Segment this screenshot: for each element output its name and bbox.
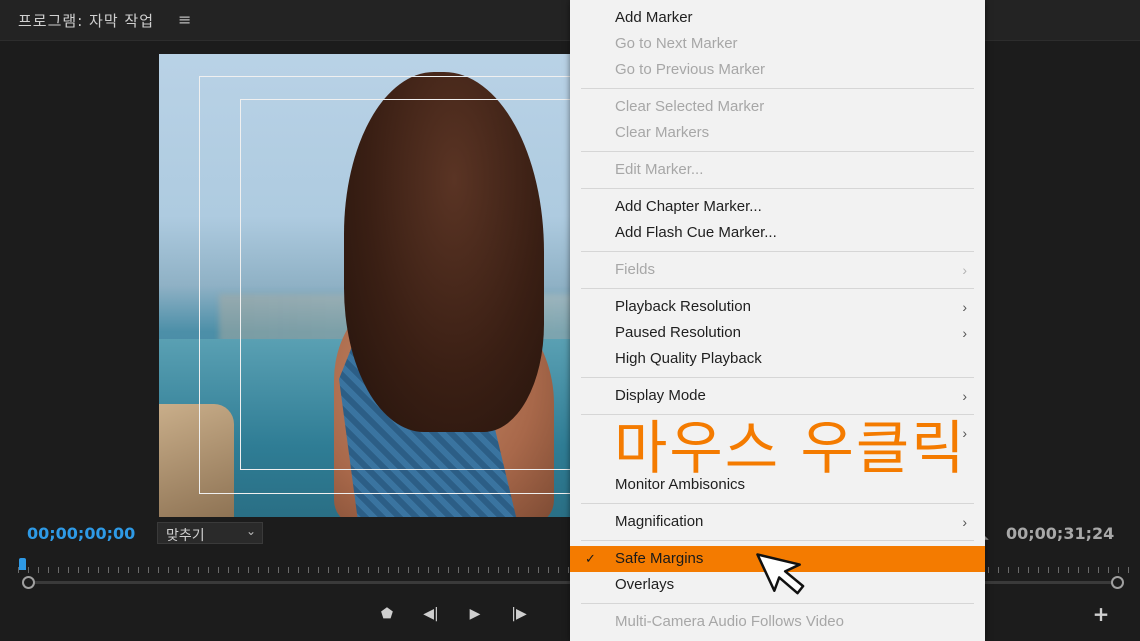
chevron-right-icon: ›	[962, 299, 967, 315]
context-menu: Add Marker Go to Next Marker Go to Previ…	[570, 0, 985, 641]
menu-item-go-to-next-marker[interactable]: Go to Next Marker	[570, 31, 985, 57]
menu-separator	[581, 151, 974, 152]
menu-item-label: Edit Marker...	[615, 161, 704, 178]
menu-item-edit-marker[interactable]: Edit Marker...	[570, 157, 985, 183]
menu-item-label: Add Flash Cue Marker...	[615, 224, 777, 241]
step-forward-icon[interactable]: |▶	[508, 603, 530, 625]
mouse-pointer-icon	[756, 553, 805, 595]
fit-dropdown[interactable]: 맞추기 ⌄	[157, 522, 263, 544]
chevron-right-icon: ›	[962, 325, 967, 341]
menu-separator	[581, 503, 974, 504]
menu-separator	[581, 188, 974, 189]
menu-item-label: Go to Next Marker	[615, 35, 738, 52]
menu-item-high-quality-playback[interactable]: High Quality Playback	[570, 346, 985, 372]
current-timecode[interactable]: 00;00;00;00	[27, 524, 135, 543]
step-back-icon[interactable]: ◀|	[420, 603, 442, 625]
menu-item-label: Clear Markers	[615, 124, 710, 141]
menu-item-label: Playback Resolution	[615, 298, 751, 315]
menu-item-label: Clear Selected Marker	[615, 98, 765, 115]
play-icon[interactable]: ▶	[464, 603, 486, 625]
add-marker-icon[interactable]: ⬟	[376, 603, 398, 625]
menu-item-label: Safe Margins	[615, 550, 704, 567]
menu-item-label: High Quality Playback	[615, 350, 762, 367]
menu-separator	[581, 377, 974, 378]
menu-item-add-flash-cue-marker[interactable]: Add Flash Cue Marker...	[570, 220, 985, 246]
menu-item-label: Magnification	[615, 513, 704, 530]
panel-title[interactable]: 프로그램: 자막 작업	[18, 10, 154, 31]
menu-item-add-chapter-marker[interactable]: Add Chapter Marker...	[570, 194, 985, 220]
chevron-right-icon: ›	[962, 388, 967, 404]
menu-item-label: Multi-Camera Audio Follows Video	[615, 613, 844, 630]
menu-item-magnification[interactable]: Magnification ›	[570, 509, 985, 535]
menu-item-paused-resolution[interactable]: Paused Resolution ›	[570, 320, 985, 346]
menu-item-label: Display Mode	[615, 387, 706, 404]
hamburger-icon[interactable]: ≡	[178, 10, 191, 29]
menu-item-add-marker[interactable]: Add Marker	[570, 5, 985, 31]
menu-item-label: Add Chapter Marker...	[615, 198, 762, 215]
playhead[interactable]	[19, 558, 26, 570]
menu-separator	[581, 288, 974, 289]
menu-item-clear-selected-marker[interactable]: Clear Selected Marker	[570, 94, 985, 120]
menu-item-clear-markers[interactable]: Clear Markers	[570, 120, 985, 146]
menu-item-display-mode[interactable]: Display Mode ›	[570, 383, 985, 409]
zoom-handle-left[interactable]	[22, 576, 35, 589]
check-icon: ✓	[585, 551, 596, 566]
chevron-right-icon: ›	[962, 262, 967, 278]
title-safe-margin	[240, 99, 572, 470]
plus-icon[interactable]: +	[1090, 603, 1112, 625]
menu-separator	[581, 540, 974, 541]
menu-item-label: Overlays	[615, 576, 675, 593]
menu-item-label: Fields	[615, 261, 656, 278]
menu-item-go-to-previous-marker[interactable]: Go to Previous Marker	[570, 57, 985, 83]
zoom-handle-right[interactable]	[1111, 576, 1124, 589]
duration-timecode: 00;00;31;24	[1006, 524, 1115, 543]
menu-item-label: Go to Previous Marker	[615, 61, 766, 78]
menu-item-label: Add Marker	[615, 9, 693, 26]
chevron-down-icon: ⌄	[245, 524, 256, 538]
menu-item-playback-resolution[interactable]: Playback Resolution ›	[570, 294, 985, 320]
menu-item-label: Paused Resolution	[615, 324, 741, 341]
tutorial-caption: 마우스 우클릭	[614, 414, 967, 482]
chevron-right-icon: ›	[962, 514, 967, 530]
fit-dropdown-value: 맞추기	[166, 528, 205, 544]
menu-separator	[581, 88, 974, 89]
menu-item-fields[interactable]: Fields ›	[570, 257, 985, 283]
menu-separator	[581, 251, 974, 252]
